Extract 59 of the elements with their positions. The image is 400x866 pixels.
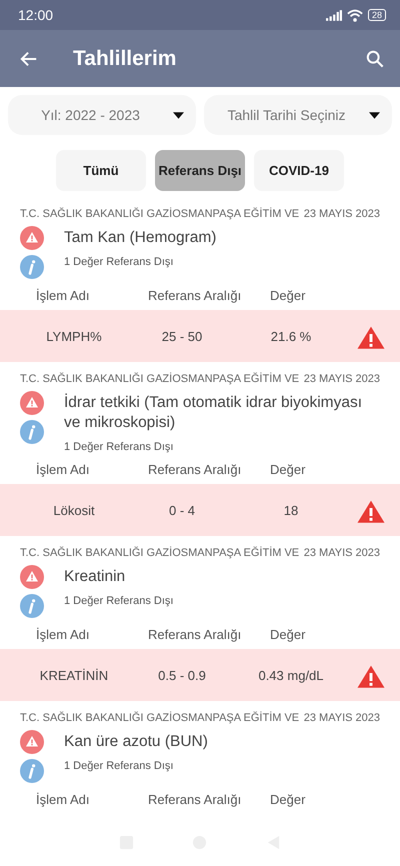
table-cell: 21.6 % [270, 328, 312, 344]
info-icon[interactable] [20, 759, 44, 783]
warning-icon [20, 565, 44, 589]
table-cell: 0.5 - 0.9 [158, 668, 206, 682]
institution-name: T.C. SAĞLIK BAKANLIĞI GAZİOSMANPAŞA EĞİTİM VE [20, 372, 300, 384]
institution-name: T.C. SAĞLIK BAKANLIĞI GAZİOSMANPAŞA EĞİTİM VE [20, 712, 300, 724]
table-cell: LYMPH% [46, 328, 102, 344]
test-name: İdrar tetkiki (Tam otomatik idrar biyokimyası ve mikroskopisi) [64, 392, 364, 433]
warning-icon [20, 226, 44, 250]
filter-tab[interactable]: Tümü [56, 150, 146, 191]
screen-title: Tahlillerim [73, 46, 178, 70]
info-icon[interactable] [20, 594, 44, 618]
result-date: 23 MAYIS 2023 [304, 208, 380, 220]
battery-indicator: 28 [368, 9, 386, 21]
result-date: 23 MAYIS 2023 [304, 712, 380, 724]
filter-tab[interactable]: COVID-19 [254, 150, 344, 191]
caret-icon [173, 112, 184, 118]
institution-name: T.C. SAĞLIK BAKANLIĞI GAZİOSMANPAŞA EĞİTİM VE [20, 208, 300, 220]
warning-icon [20, 391, 44, 415]
summary-text: 1 Değer Referans Dışı [64, 255, 174, 268]
test-name: Kreatinin [64, 567, 126, 587]
info-icon[interactable] [20, 255, 44, 279]
signal-icon [326, 10, 342, 20]
column-header: Değer [270, 792, 306, 807]
column-header: Referans Aralığı [148, 627, 242, 642]
caret-icon [369, 112, 380, 118]
column-header: İşlem Adı [36, 462, 90, 477]
column-header: Referans Aralığı [148, 792, 242, 807]
column-header: Referans Aralığı [148, 288, 242, 303]
result-date: 23 MAYIS 2023 [304, 546, 380, 558]
institution-name: T.C. SAĞLIK BAKANLIĞI GAZİOSMANPAŞA EĞİTİM VE [20, 546, 300, 558]
summary-text: 1 Değer Referans Dışı [64, 594, 174, 607]
table-cell: 0 - 4 [168, 502, 195, 518]
dropdown[interactable]: Yıl: 2022 - 2023 [8, 95, 196, 135]
column-header: İşlem Adı [36, 288, 90, 303]
summary-text: 1 Değer Referans Dışı [64, 440, 174, 453]
table-cell: KREATİNİN [40, 668, 108, 682]
table-cell: Lökosit [53, 502, 95, 518]
column-header: Değer [270, 288, 306, 303]
summary-text: 1 Değer Referans Dışı [64, 759, 174, 772]
column-header: İşlem Adı [36, 627, 90, 642]
wifi-icon [346, 8, 363, 22]
warning-icon [20, 730, 44, 754]
filter-tab[interactable]: Referans Dışı [155, 150, 245, 191]
search-icon[interactable] [366, 50, 384, 68]
column-header: Değer [270, 462, 306, 477]
test-name: Kan üre azotu (BUN) [64, 732, 209, 752]
back-arrow-icon[interactable] [20, 50, 38, 68]
column-header: Referans Aralığı [148, 462, 242, 477]
table-cell: 18 [284, 502, 298, 518]
column-header: Değer [270, 627, 306, 642]
column-header: İşlem Adı [36, 792, 90, 807]
table-cell: 25 - 50 [162, 328, 202, 344]
table-cell: 0.43 mg/dL [258, 668, 324, 682]
result-date: 23 MAYIS 2023 [304, 372, 380, 384]
dropdown[interactable]: Tahlil Tarihi Seçiniz [204, 95, 392, 135]
test-name: Tam Kan (Hemogram) [64, 228, 218, 248]
info-icon[interactable] [20, 420, 44, 444]
status-time: 12:00 [18, 7, 54, 23]
